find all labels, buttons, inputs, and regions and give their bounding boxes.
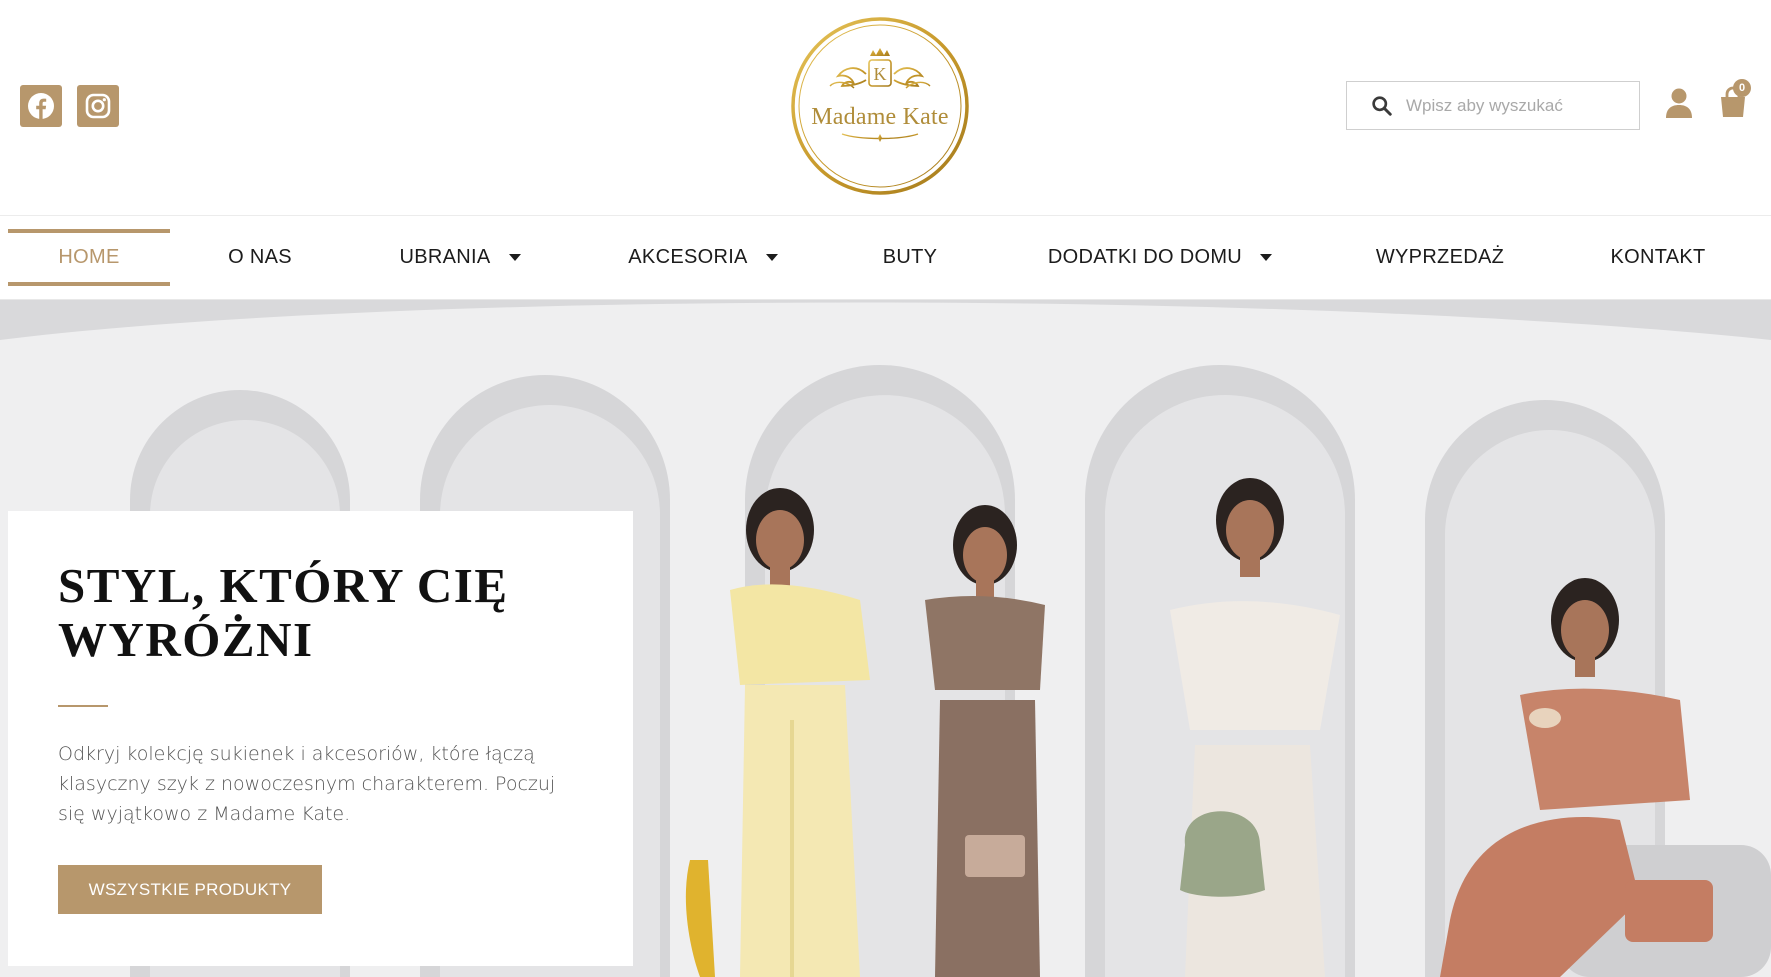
nav-item-label: UBRANIA bbox=[399, 246, 491, 268]
hero-description: Odkryj kolekcję sukienek i akcesoriów, k… bbox=[58, 743, 556, 825]
facebook-link[interactable] bbox=[20, 85, 62, 127]
nav-item-label: O NAS bbox=[228, 246, 292, 268]
nav-item-label: AKCESORIA bbox=[628, 246, 748, 268]
main-nav: HOME O NAS UBRANIA AKCESORIA BUTY DODATK… bbox=[0, 216, 1771, 300]
nav-item-label: BUTY bbox=[882, 246, 938, 268]
nav-item-wyprzedaz[interactable]: WYPRZEDAŻ bbox=[1365, 229, 1515, 286]
search-icon bbox=[1372, 96, 1392, 116]
hero-card: STYL, KTÓRY CIĘ WYRÓŻNI Odkryj kolekcję … bbox=[8, 511, 633, 966]
nav-item-label: KONTAKT bbox=[1610, 246, 1706, 268]
facebook-icon bbox=[28, 93, 54, 119]
hero-banner: STYL, KTÓRY CIĘ WYRÓŻNI Odkryj kolekcję … bbox=[0, 300, 1771, 977]
chevron-down-icon bbox=[765, 254, 778, 261]
nav-item-label: DODATKI DO DOMU bbox=[1047, 246, 1243, 268]
all-products-button[interactable]: WSZYSTKIE PRODUKTY bbox=[58, 865, 322, 914]
instagram-icon bbox=[85, 93, 111, 119]
search-input[interactable] bbox=[1406, 95, 1606, 116]
nav-item-buty[interactable]: BUTY bbox=[860, 229, 960, 286]
chevron-down-icon bbox=[1260, 254, 1273, 261]
instagram-link[interactable] bbox=[77, 85, 119, 127]
site-header: K Madame Kate 0 bbox=[0, 0, 1771, 216]
nav-item-dodatki-do-domu[interactable]: DODATKI DO DOMU bbox=[1040, 229, 1280, 286]
nav-item-ubrania[interactable]: UBRANIA bbox=[385, 229, 535, 286]
hero-divider bbox=[58, 705, 108, 707]
nav-item-kontakt[interactable]: KONTAKT bbox=[1592, 229, 1724, 286]
logo-wordmark: Madame Kate bbox=[811, 104, 949, 130]
nav-item-akcesoria[interactable]: AKCESORIA bbox=[618, 229, 788, 286]
nav-item-o-nas[interactable]: O NAS bbox=[200, 229, 320, 286]
search-box[interactable] bbox=[1346, 81, 1640, 130]
nav-item-home[interactable]: HOME bbox=[8, 229, 170, 286]
user-icon[interactable] bbox=[1665, 88, 1693, 118]
site-logo[interactable]: K Madame Kate bbox=[790, 16, 970, 196]
cart-count-badge: 0 bbox=[1733, 79, 1751, 97]
nav-item-label: WYPRZEDAŻ bbox=[1375, 246, 1505, 268]
hero-title: STYL, KTÓRY CIĘ WYRÓŻNI bbox=[58, 558, 509, 667]
nav-item-label: HOME bbox=[58, 246, 120, 268]
logo-monogram: K bbox=[874, 64, 887, 84]
chevron-down-icon bbox=[508, 254, 521, 261]
social-links bbox=[20, 85, 119, 127]
